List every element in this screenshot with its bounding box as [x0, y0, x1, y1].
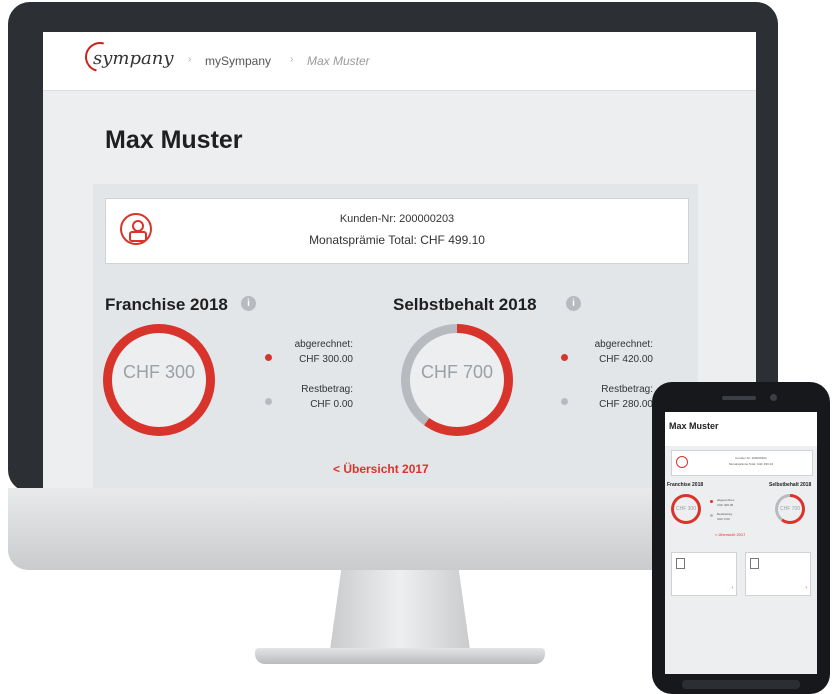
phone-franchise-remaining: Restbetrag: CHF 0.00: [717, 512, 733, 521]
deductible-amount: CHF 700: [420, 362, 494, 382]
franchise-donut: CHF 300: [103, 324, 215, 436]
phone-card-left[interactable]: ›: [671, 552, 737, 596]
sympany-logo[interactable]: sympany: [93, 48, 174, 69]
document-icon: [676, 558, 685, 569]
customer-number: Kunden-Nr: 200000203: [339, 213, 455, 225]
deductible-remaining: Restbetrag: CHF 280.00: [599, 384, 653, 410]
deductible-info-icon[interactable]: i: [566, 296, 581, 311]
phone-page-title: Max Muster: [669, 421, 719, 431]
phone-base-bar: [682, 680, 800, 689]
franchise-info-icon[interactable]: i: [241, 296, 256, 311]
phone-remaining-dot-icon: [710, 514, 713, 517]
phone-deductible-donut: CHF 700: [775, 494, 805, 524]
phone-deductible-title: Selbstbehalt 2018: [769, 482, 812, 488]
camera-icon: [770, 394, 777, 401]
deductible-donut: CHF 700: [401, 324, 513, 436]
breadcrumb-separator-icon: ›: [188, 54, 192, 65]
phone-user-icon: [676, 456, 688, 468]
phone-overview-2017-link[interactable]: < Übersicht 2017: [715, 532, 745, 537]
deductible-title: Selbstbehalt 2018: [393, 295, 537, 314]
phone-screen: Max Muster Kunden-Nr: 200000203 Monatspr…: [665, 412, 817, 674]
franchise-title: Franchise 2018: [105, 295, 228, 314]
deductible-billed: abgerechnet: CHF 420.00: [594, 339, 653, 365]
phone-header: Max Muster: [665, 412, 817, 446]
speaker-icon: [722, 396, 756, 400]
franchise-amount: CHF 300: [122, 362, 196, 382]
breadcrumb-current: Max Muster: [307, 54, 370, 68]
site-header: sympany › mySympany › Max Muster: [43, 32, 756, 91]
phone-billed-dot-icon: [710, 500, 713, 503]
phone-franchise-billed: abgerechnet: CHF 300.00: [717, 498, 735, 507]
franchise-remaining: Restbetrag: CHF 0.00: [301, 384, 353, 410]
smartphone: Max Muster Kunden-Nr: 200000203 Monatspr…: [652, 382, 830, 694]
desktop-screen: sympany › mySympany › Max Muster Max Mus…: [43, 32, 756, 489]
page-title: Max Muster: [105, 126, 243, 154]
monitor-base: [255, 648, 545, 664]
phone-card-right[interactable]: ›: [745, 552, 811, 596]
phone-franchise-title: Franchise 2018: [667, 482, 704, 488]
overview-2017-link[interactable]: < Übersicht 2017: [333, 462, 429, 476]
phone-franchise-donut: CHF 300: [671, 494, 701, 524]
franchise-billed: abgerechnet: CHF 300.00: [294, 339, 353, 365]
arrow-right-icon: ›: [805, 585, 807, 591]
breadcrumb-mysympany[interactable]: mySympany: [205, 54, 271, 68]
customer-summary-box: Kunden-Nr: 200000203 Monatsprämie Total:…: [105, 198, 689, 264]
arrow-right-icon: ›: [731, 585, 733, 591]
document-icon: [750, 558, 759, 569]
breadcrumb-separator-icon: ›: [290, 54, 294, 65]
monitor-stand: [330, 570, 470, 650]
monthly-premium: Monatsprämie Total: CHF 499.10: [309, 233, 485, 247]
phone-customer-box: Kunden-Nr: 200000203 Monatsprämie Total:…: [671, 450, 813, 476]
